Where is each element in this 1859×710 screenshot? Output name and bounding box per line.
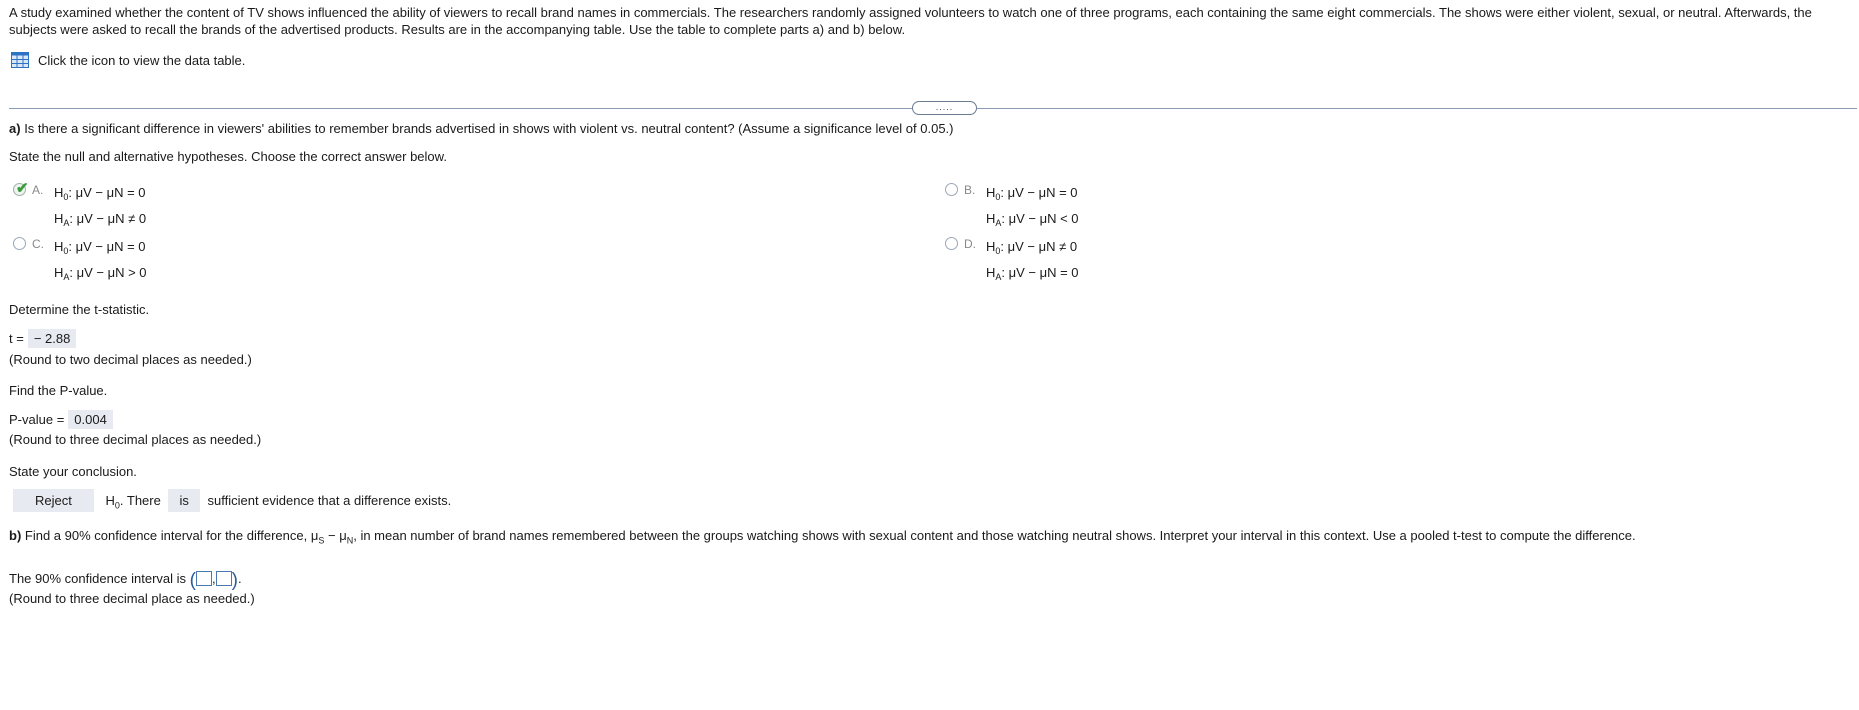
data-table-link[interactable]: Click the icon to view the data table. — [11, 52, 245, 68]
t-statistic-row: t = − 2.88 — [9, 329, 77, 348]
option-d-hypotheses: H0: μV − μN ≠ 0 HA: μV − μN = 0 — [986, 239, 1079, 282]
p-value-hint: (Round to three decimal places as needed… — [9, 432, 262, 447]
option-d-h0: μV − μN ≠ 0 — [1007, 239, 1078, 254]
option-b[interactable]: B. H0: μV − μN = 0 HA: μV − μN < 0 — [945, 182, 1079, 234]
option-c-radio[interactable] — [13, 237, 26, 250]
conclusion-end-text: sufficient evidence that a difference ex… — [207, 493, 452, 508]
mu-difference-symbol: μS − μN, — [310, 528, 357, 546]
part-b-question: b) Find a 90% confidence interval for th… — [9, 528, 1636, 546]
t-label: t = — [9, 331, 24, 346]
ci-period: . — [237, 571, 242, 586]
part-b-question-pre: Find a 90% confidence interval for the d… — [24, 528, 308, 543]
hypotheses-instruction: State the null and alternative hypothese… — [9, 149, 447, 164]
decision-dropdown[interactable]: Reject — [13, 489, 94, 512]
option-b-ha: μV − μN < 0 — [1008, 211, 1079, 226]
part-a-question: a) Is there a significant difference in … — [9, 121, 954, 136]
t-statistic-answer[interactable]: − 2.88 — [27, 329, 77, 348]
option-d-letter: D. — [964, 237, 976, 251]
p-value-prompt: Find the P-value. — [9, 383, 108, 398]
data-table-link-label[interactable]: Click the icon to view the data table. — [38, 53, 245, 68]
p-value-label: P-value = — [9, 412, 65, 427]
t-statistic-prompt: Determine the t-statistic. — [9, 302, 150, 317]
ci-label: The 90% confidence interval is — [9, 571, 187, 586]
table-icon[interactable] — [11, 52, 29, 68]
part-b-question-post: in mean number of brand names remembered… — [360, 528, 1636, 543]
option-a-h0: μV − μN = 0 — [75, 185, 146, 200]
checkmark-icon: ✔ — [16, 180, 29, 197]
option-b-letter: B. — [964, 183, 976, 197]
option-a[interactable]: ✔ A. H0: μV − μN = 0 HA: μV − μN ≠ 0 — [13, 180, 147, 234]
option-c-ha: μV − μN > 0 — [76, 265, 147, 280]
option-d[interactable]: D. H0: μV − μN ≠ 0 HA: μV − μN = 0 — [945, 236, 1079, 288]
part-b-label: b) — [9, 528, 22, 543]
conclusion-mid-text: . There — [119, 493, 161, 508]
ci-lower-input[interactable] — [196, 571, 212, 586]
part-a-label: a) — [9, 121, 21, 136]
problem-intro: A study examined whether the content of … — [9, 5, 1812, 37]
ci-hint: (Round to three decimal place as needed.… — [9, 591, 255, 606]
conclusion-prompt: State your conclusion. — [9, 464, 137, 479]
ci-upper-input[interactable] — [215, 571, 232, 586]
option-b-hypotheses: H0: μV − μN = 0 HA: μV − μN < 0 — [986, 185, 1079, 228]
option-d-radio[interactable] — [945, 237, 958, 250]
option-a-letter: A. — [32, 183, 44, 197]
expand-button[interactable]: ..... — [912, 101, 977, 115]
option-c[interactable]: C. H0: μV − μN = 0 HA: μV − μN > 0 — [13, 236, 147, 288]
option-c-letter: C. — [32, 237, 44, 251]
conclusion-row: Reject H0. There is sufficient evidence … — [13, 489, 451, 512]
evidence-dropdown[interactable]: is — [168, 489, 200, 512]
option-c-hypotheses: H0: μV − μN = 0 HA: μV − μN > 0 — [54, 239, 147, 282]
option-b-radio[interactable] — [945, 183, 958, 196]
option-a-hypotheses: H0: μV − μN = 0 HA: μV − μN ≠ 0 — [54, 185, 147, 228]
option-a-radio[interactable]: ✔ — [13, 180, 29, 197]
option-b-h0: μV − μN = 0 — [1007, 185, 1078, 200]
h0-symbol: H0 — [105, 493, 120, 511]
ci-row: The 90% confidence interval is (,). — [9, 570, 242, 592]
t-statistic-hint: (Round to two decimal places as needed.) — [9, 352, 252, 367]
p-value-answer[interactable]: 0.004 — [68, 410, 113, 429]
option-d-ha: μV − μN = 0 — [1008, 265, 1079, 280]
option-c-h0: μV − μN = 0 — [75, 239, 146, 254]
part-a-question-text: Is there a significant difference in vie… — [24, 121, 954, 136]
p-value-row: P-value = 0.004 — [9, 410, 113, 429]
option-a-ha: μV − μN ≠ 0 — [76, 211, 147, 226]
